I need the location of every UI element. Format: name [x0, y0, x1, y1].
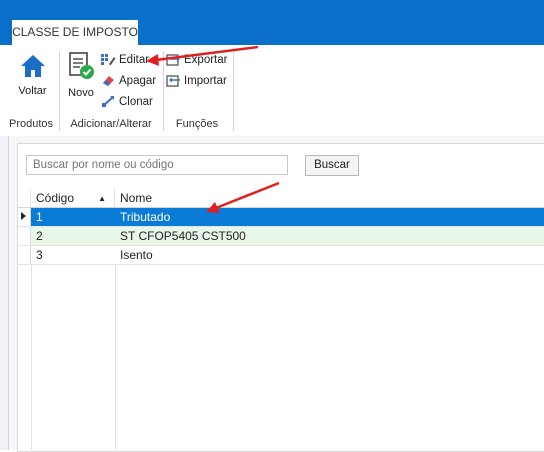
grid-column-line	[115, 265, 116, 450]
column-header-nome[interactable]: Nome	[115, 189, 544, 207]
exportar-label: Exportar	[184, 54, 228, 66]
clonar-button[interactable]: Clonar	[101, 93, 153, 111]
cell-codigo: 2	[36, 229, 43, 243]
group-label-produtos: Produtos	[8, 118, 54, 130]
table-row[interactable]: 2 ST CFOP5405 CST500	[18, 227, 544, 246]
voltar-button[interactable]: Voltar	[10, 53, 55, 97]
export-icon	[166, 54, 184, 67]
voltar-label: Voltar	[18, 85, 47, 97]
cell-nome: ST CFOP5405 CST500	[120, 229, 246, 243]
cell-codigo: 3	[36, 248, 43, 262]
search-input[interactable]	[26, 155, 288, 175]
left-edge-panel	[0, 136, 9, 450]
cell-nome: Tributado	[120, 210, 171, 224]
column-codigo-label: Código	[36, 191, 75, 205]
editar-button[interactable]: Editar	[101, 51, 149, 69]
exportar-button[interactable]: Exportar	[166, 51, 227, 69]
row-indicator	[18, 246, 31, 264]
home-icon	[10, 53, 55, 82]
grid-header: Código ▲ Nome	[18, 189, 544, 208]
import-icon	[166, 75, 184, 88]
clonar-label: Clonar	[119, 96, 153, 108]
row-header-corner	[18, 189, 31, 207]
group-label-adicionar-alterar: Adicionar/Alterar	[70, 118, 152, 130]
table-row[interactable]: 1 Tributado	[18, 208, 544, 227]
group-label-funcoes: Funções	[175, 118, 219, 130]
new-document-icon	[63, 51, 99, 84]
ribbon-separator	[233, 51, 234, 131]
ribbon: Voltar Produtos Novo Editar Apagar Clona…	[0, 45, 544, 137]
cell-nome: Isento	[120, 248, 153, 262]
row-indicator	[18, 208, 31, 226]
current-row-icon	[21, 212, 26, 220]
grid-column-line	[31, 265, 32, 450]
column-header-codigo[interactable]: Código ▲	[31, 189, 115, 207]
editar-label: Editar	[119, 54, 150, 66]
row-indicator	[18, 227, 31, 245]
importar-label: Importar	[184, 75, 227, 87]
sort-ascending-icon: ▲	[98, 194, 106, 203]
edit-icon	[101, 54, 119, 66]
importar-button[interactable]: Importar	[166, 72, 227, 90]
apagar-button[interactable]: Apagar	[101, 72, 156, 90]
apagar-label: Apagar	[119, 75, 157, 87]
clone-icon	[101, 96, 119, 108]
eraser-icon	[101, 75, 119, 87]
ribbon-separator	[59, 51, 60, 131]
novo-label: Novo	[68, 87, 94, 99]
buscar-button[interactable]: Buscar	[305, 155, 359, 176]
novo-button[interactable]: Novo	[63, 51, 99, 99]
table-row[interactable]: 3 Isento	[18, 246, 544, 265]
tab-classe-de-imposto[interactable]: CLASSE DE IMPOSTO	[12, 20, 138, 45]
cell-codigo: 1	[36, 210, 43, 224]
